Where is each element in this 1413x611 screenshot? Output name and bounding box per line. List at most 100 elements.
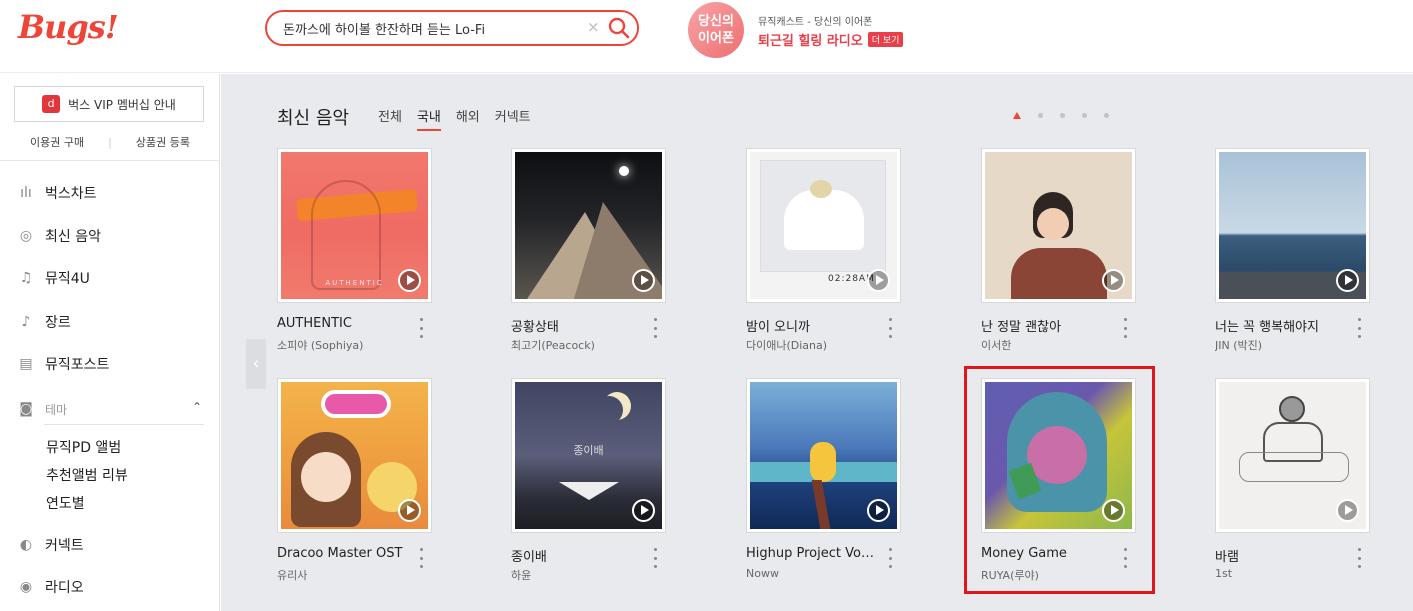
banner-more-button[interactable]: 더 보기 xyxy=(867,32,904,47)
album-title[interactable]: 종이배 xyxy=(511,546,641,565)
album-title[interactable]: 너는 꼭 행복해야지 xyxy=(1215,316,1345,335)
sidebar-subitem-review[interactable]: 추천앨범 리뷰 xyxy=(46,465,128,485)
search-icon[interactable] xyxy=(607,16,631,40)
chevron-up-icon[interactable]: ⌃ xyxy=(192,400,202,414)
more-options-icon[interactable] xyxy=(1355,318,1363,338)
vip-membership-button[interactable]: d 벅스 VIP 멤버십 안내 xyxy=(14,86,204,122)
album-cover[interactable] xyxy=(511,148,666,303)
coupon-link[interactable]: 상품권 등록 xyxy=(136,136,190,149)
album-artist[interactable]: 하윤 xyxy=(511,567,641,583)
album-card: 종이배 종이배 하윤 xyxy=(511,378,666,588)
radio-banner[interactable]: 당신의 이어폰 뮤직캐스트 - 당신의 이어폰 퇴근길 힐링 라디오 더 보기 xyxy=(688,2,928,62)
play-icon[interactable] xyxy=(1102,269,1125,292)
album-cover[interactable] xyxy=(1215,148,1370,303)
sidebar-item-chart[interactable]: ılı 벅스차트 xyxy=(16,180,206,206)
album-title[interactable]: 밤이 오니까 xyxy=(746,316,876,335)
play-icon[interactable] xyxy=(867,269,890,292)
tab-bar: 전체 국내 해외 커넥트 xyxy=(378,106,546,131)
more-options-icon[interactable] xyxy=(417,548,425,568)
play-icon[interactable] xyxy=(632,269,655,292)
tab-overseas[interactable]: 해외 xyxy=(456,106,480,131)
sidebar-item-radio[interactable]: ◉ 라디오 xyxy=(16,574,206,600)
album-artist[interactable]: JIN (박진) xyxy=(1215,337,1345,353)
theme-icon: ◙ xyxy=(19,401,33,417)
sidebar-item-theme[interactable]: ◙ 테마 ⌃ xyxy=(16,396,206,422)
account-links: 이용권 구매 | 상품권 등록 xyxy=(0,134,220,150)
album-cover[interactable] xyxy=(1215,378,1370,533)
album-title[interactable]: 바램 xyxy=(1215,546,1345,565)
tab-domestic[interactable]: 국내 xyxy=(416,106,441,131)
album-title[interactable]: AUTHENTIC xyxy=(277,316,407,331)
guitar-icon: ♪ xyxy=(21,314,31,330)
album-card: 바램 1st xyxy=(1215,378,1370,588)
album-title[interactable]: Dracoo Master OST xyxy=(277,546,407,561)
album-artist[interactable]: RUYA(루야) xyxy=(981,567,1111,583)
play-icon[interactable] xyxy=(1336,269,1359,292)
sidebar-item-music4u[interactable]: ♫ 뮤직4U xyxy=(16,265,206,291)
album-cover[interactable] xyxy=(981,378,1136,533)
play-icon[interactable] xyxy=(398,269,421,292)
more-options-icon[interactable] xyxy=(651,318,659,338)
album-artist[interactable]: 다이애나(Diana) xyxy=(746,337,876,353)
album-cover[interactable]: AUTHENTIC xyxy=(277,148,432,303)
prev-arrow-button[interactable]: ‹ xyxy=(246,339,266,389)
more-options-icon[interactable] xyxy=(651,548,659,568)
play-icon[interactable] xyxy=(632,499,655,522)
sidebar-subitem-pd-album[interactable]: 뮤직PD 앨범 xyxy=(46,437,121,457)
purchase-link[interactable]: 이용권 구매 xyxy=(30,136,84,149)
tab-all[interactable]: 전체 xyxy=(378,106,402,131)
more-options-icon[interactable] xyxy=(886,548,894,568)
more-options-icon[interactable] xyxy=(886,318,894,338)
note-icon: ♫ xyxy=(19,270,33,286)
new-music-icon: ◎ xyxy=(19,228,33,244)
sidebar-item-genre[interactable]: ♪ 장르 xyxy=(16,309,206,335)
play-icon[interactable] xyxy=(1336,499,1359,522)
sidebar-subitem-by-year[interactable]: 연도별 xyxy=(46,493,85,513)
page-dot[interactable] xyxy=(1013,112,1021,119)
tab-connect[interactable]: 커넥트 xyxy=(495,106,531,131)
post-icon: ▤ xyxy=(19,356,33,372)
album-card: Dracoo Master OST 유리사 xyxy=(277,378,432,588)
page-dot[interactable] xyxy=(1038,113,1043,118)
album-cover[interactable]: 02:28AM xyxy=(746,148,901,303)
clear-icon[interactable]: × xyxy=(587,18,600,36)
banner-subtitle: 뮤직캐스트 - 당신의 이어폰 xyxy=(758,17,873,28)
more-options-icon[interactable] xyxy=(1121,318,1129,338)
page-dot[interactable] xyxy=(1082,113,1087,118)
sidebar: d 벅스 VIP 멤버십 안내 이용권 구매 | 상품권 등록 ılı 벅스차트 ◎… xyxy=(0,74,220,611)
sidebar-item-new-music[interactable]: ◎ 최신 음악 xyxy=(16,223,206,249)
album-title[interactable]: Money Game xyxy=(981,546,1111,561)
album-cover[interactable]: 종이배 xyxy=(511,378,666,533)
more-options-icon[interactable] xyxy=(1121,548,1129,568)
more-options-icon[interactable] xyxy=(417,318,425,338)
play-icon[interactable] xyxy=(398,499,421,522)
album-title[interactable]: Highup Project Vol. 1 xyxy=(746,546,876,561)
search-input[interactable] xyxy=(283,18,583,38)
album-cover[interactable] xyxy=(981,148,1136,303)
chart-icon: ılı xyxy=(20,185,32,201)
theme-divider xyxy=(44,424,204,425)
more-options-icon[interactable] xyxy=(1355,548,1363,568)
album-artist[interactable]: 유리사 xyxy=(277,567,407,583)
bugs-logo[interactable]: Bugs! xyxy=(18,8,119,46)
play-icon[interactable] xyxy=(1102,499,1125,522)
connect-icon: ◐ xyxy=(19,537,33,553)
album-card: Highup Project Vol. 1 Noww xyxy=(746,378,901,588)
album-card: 너는 꼭 행복해야지 JIN (박진) xyxy=(1215,148,1370,358)
page-dot[interactable] xyxy=(1060,113,1065,118)
album-artist[interactable]: Noww xyxy=(746,567,876,580)
album-title[interactable]: 난 정말 괜찮아 xyxy=(981,316,1111,335)
page-indicator xyxy=(1013,112,1126,119)
sidebar-item-connect[interactable]: ◐ 커넥트 xyxy=(16,532,206,558)
page-dot[interactable] xyxy=(1104,113,1109,118)
album-card: 공황상태 최고기(Peacock) xyxy=(511,148,666,358)
sidebar-item-music-post[interactable]: ▤ 뮤직포스트 xyxy=(16,351,206,377)
album-cover[interactable] xyxy=(746,378,901,533)
album-title[interactable]: 공황상태 xyxy=(511,316,641,335)
album-artist[interactable]: 1st xyxy=(1215,567,1345,580)
album-artist[interactable]: 이서한 xyxy=(981,337,1111,353)
album-artist[interactable]: 소피야 (Sophiya) xyxy=(277,337,407,353)
album-cover[interactable] xyxy=(277,378,432,533)
play-icon[interactable] xyxy=(867,499,890,522)
album-artist[interactable]: 최고기(Peacock) xyxy=(511,337,641,353)
